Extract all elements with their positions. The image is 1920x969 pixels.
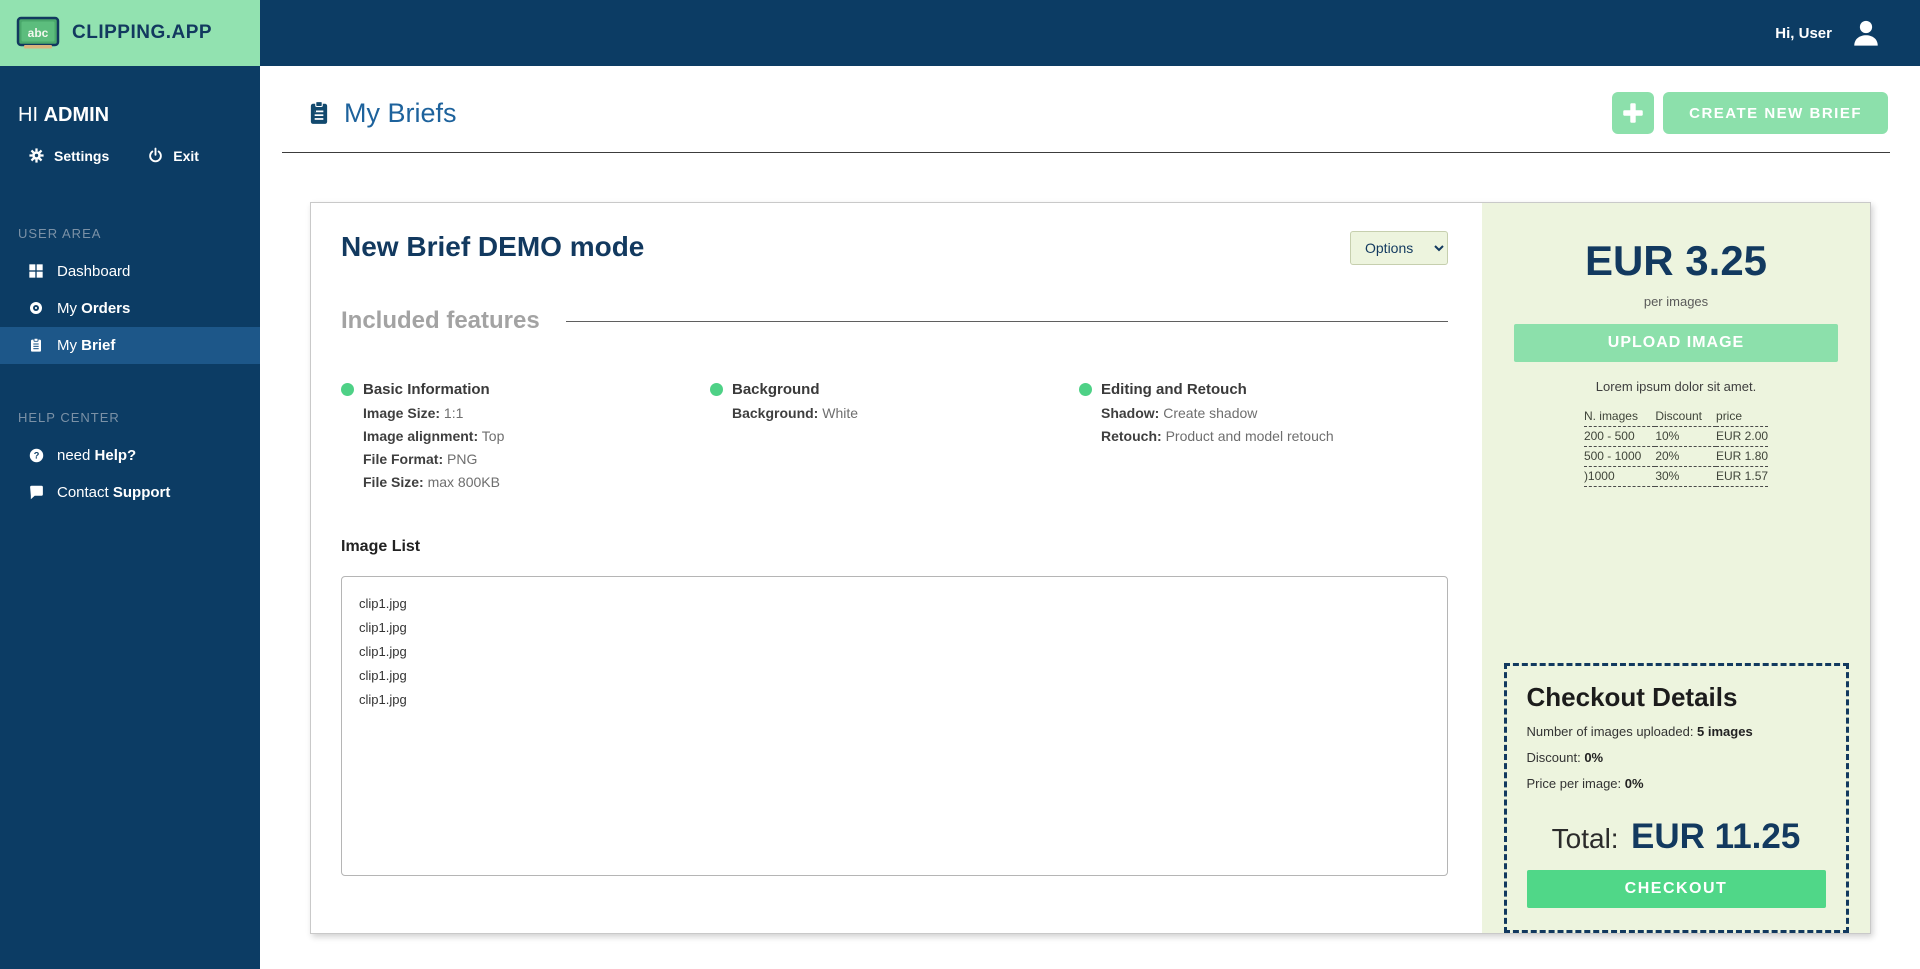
features-divider-line	[565, 320, 1448, 322]
pricing-panel: EUR 3.25 per images UPLOAD IMAGE Lorem i…	[1482, 203, 1870, 933]
feature-detail: Image Size: 1:1	[363, 405, 464, 421]
sidebar-item-label: need Help?	[57, 447, 137, 464]
checkout-line-images: Number of images uploaded: 5 images	[1526, 724, 1753, 739]
options-select[interactable]: Options	[1350, 231, 1448, 265]
page-title: My Briefs	[344, 97, 457, 128]
chat-bubble-icon	[28, 484, 45, 501]
app-window: abc CLIPPING.APP Hi, User HI ADMIN Setti…	[0, 0, 1920, 969]
brief-title: New Brief DEMO mode	[341, 231, 645, 262]
upload-image-button[interactable]: UPLOAD IMAGE	[1514, 324, 1838, 362]
brand-logo[interactable]: abc CLIPPING.APP	[0, 0, 260, 66]
table-header: Discount	[1655, 407, 1717, 427]
checkout-line-price-per-image: Price per image: 0%	[1526, 776, 1644, 791]
sidebar-item-need-help[interactable]: ? need Help?	[0, 437, 260, 474]
brief-card-left: New Brief DEMO mode Options Included fea…	[311, 203, 1482, 933]
feature-detail: File Size: max 800KB	[363, 474, 500, 490]
chalkboard-logo-icon: abc	[16, 16, 60, 51]
svg-text:abc: abc	[28, 26, 49, 40]
image-list-item[interactable]: clip1.jpg	[342, 615, 1447, 639]
sidebar-item-dashboard[interactable]: Dashboard	[0, 253, 260, 290]
table-header: N. images	[1583, 407, 1656, 427]
price-per-image: EUR 3.25	[1584, 237, 1768, 284]
question-circle-icon: ?	[28, 447, 45, 464]
avatar-icon[interactable]	[1850, 17, 1882, 49]
sidebar-item-label: My Brief	[57, 337, 116, 354]
clipboard-icon	[306, 100, 332, 126]
sidebar-item-contact-support[interactable]: Contact Support	[0, 474, 260, 511]
sidebar-item-label: My Orders	[57, 300, 131, 317]
create-new-brief-button[interactable]: CREATE NEW BRIEF	[1663, 92, 1888, 134]
sidebar-item-my-brief[interactable]: My Brief	[0, 327, 260, 364]
settings-label: Settings	[54, 147, 110, 164]
sidebar-item-label: Dashboard	[57, 263, 131, 280]
user-area-section-title: USER AREA	[18, 226, 102, 241]
grid-icon	[28, 263, 45, 280]
table-row: 200 - 500 10% EUR 2.00	[1583, 426, 1769, 447]
green-dot-icon	[1079, 383, 1092, 396]
plus-icon	[1620, 100, 1646, 126]
sidebar: HI ADMIN Settings Exit USER AREA Dashboa…	[0, 66, 260, 969]
page-header: My Briefs CREATE NEW BRIEF	[260, 66, 1920, 146]
exit-label: Exit	[173, 147, 199, 164]
image-list-item[interactable]: clip1.jpg	[342, 639, 1447, 663]
power-icon	[147, 147, 164, 164]
discount-price-table: N. images Discount price 200 - 500 10% EUR…	[1583, 407, 1769, 487]
topbar: abc CLIPPING.APP Hi, User	[0, 0, 1920, 66]
image-list-heading: Image List	[341, 538, 421, 555]
image-listbox[interactable]: clip1.jpg clip1.jpg clip1.jpg clip1.jpg …	[341, 576, 1448, 876]
sidebar-admin-greeting: HI ADMIN	[18, 104, 110, 126]
add-brief-button[interactable]	[1612, 92, 1655, 134]
price-caption: per images	[1643, 294, 1709, 309]
included-features-heading: Included features	[341, 307, 540, 334]
total-row: Total: EUR 11.25	[1527, 817, 1826, 857]
feature-detail: Retouch: Product and model retouch	[1101, 428, 1334, 444]
sidebar-item-my-orders[interactable]: My Orders	[0, 290, 260, 327]
sidebar-admin-actions: Settings Exit	[0, 147, 260, 164]
feature-background: Background Background: White	[710, 381, 1079, 490]
feature-detail: Background: White	[732, 405, 859, 421]
disc-icon	[28, 300, 45, 317]
total-value: EUR 11.25	[1631, 817, 1801, 856]
brand-name: CLIPPING.APP	[72, 22, 213, 43]
svg-text:?: ?	[34, 450, 40, 460]
feature-editing-retouch: Editing and Retouch Shadow: Create shado…	[1079, 381, 1448, 490]
user-area-nav: Dashboard My Orders My Brief	[0, 253, 260, 364]
checkout-heading: Checkout Details	[1526, 682, 1738, 712]
table-row: 500 - 1000 20% EUR 1.80	[1583, 446, 1769, 467]
feature-detail: Image alignment: Top	[363, 428, 505, 444]
image-list-item[interactable]: clip1.jpg	[342, 591, 1447, 615]
clipboard-icon	[28, 337, 45, 354]
table-row: )1000 30% EUR 1.57	[1583, 466, 1769, 487]
user-greeting: Hi, User	[1775, 24, 1832, 42]
feature-detail: Shadow: Create shadow	[1101, 405, 1258, 421]
features-grid: Basic Information Image Size: 1:1 Image …	[341, 381, 1448, 490]
help-center-nav: ? need Help? Contact Support	[0, 437, 260, 511]
topbar-right: Hi, User	[260, 0, 1920, 66]
table-header: price	[1716, 407, 1769, 427]
included-features-heading-row: Included features	[341, 307, 1448, 335]
main-content: My Briefs CREATE NEW BRIEF New Brief DEM…	[260, 66, 1920, 969]
feature-basic-information: Basic Information Image Size: 1:1 Image …	[341, 381, 710, 490]
sidebar-item-label: Contact Support	[57, 484, 171, 501]
checkout-details-box: Checkout Details Number of images upload…	[1503, 663, 1849, 933]
header-divider	[282, 152, 1890, 153]
panel-note: Lorem ipsum dolor sit amet.	[1595, 379, 1757, 394]
image-list-item[interactable]: clip1.jpg	[342, 663, 1447, 687]
settings-button[interactable]: Settings	[28, 147, 109, 164]
total-label: Total:	[1551, 823, 1619, 854]
checkout-line-discount: Discount: 0%	[1526, 750, 1604, 765]
green-dot-icon	[710, 383, 723, 396]
checkout-button[interactable]: CHECKOUT	[1526, 870, 1826, 908]
green-dot-icon	[341, 383, 354, 396]
help-center-section-title: HELP CENTER	[18, 410, 120, 425]
feature-detail: File Format: PNG	[363, 451, 478, 467]
exit-button[interactable]: Exit	[147, 147, 199, 164]
gear-icon	[28, 147, 45, 164]
brief-card: New Brief DEMO mode Options Included fea…	[310, 202, 1871, 934]
image-list-item[interactable]: clip1.jpg	[342, 687, 1447, 711]
